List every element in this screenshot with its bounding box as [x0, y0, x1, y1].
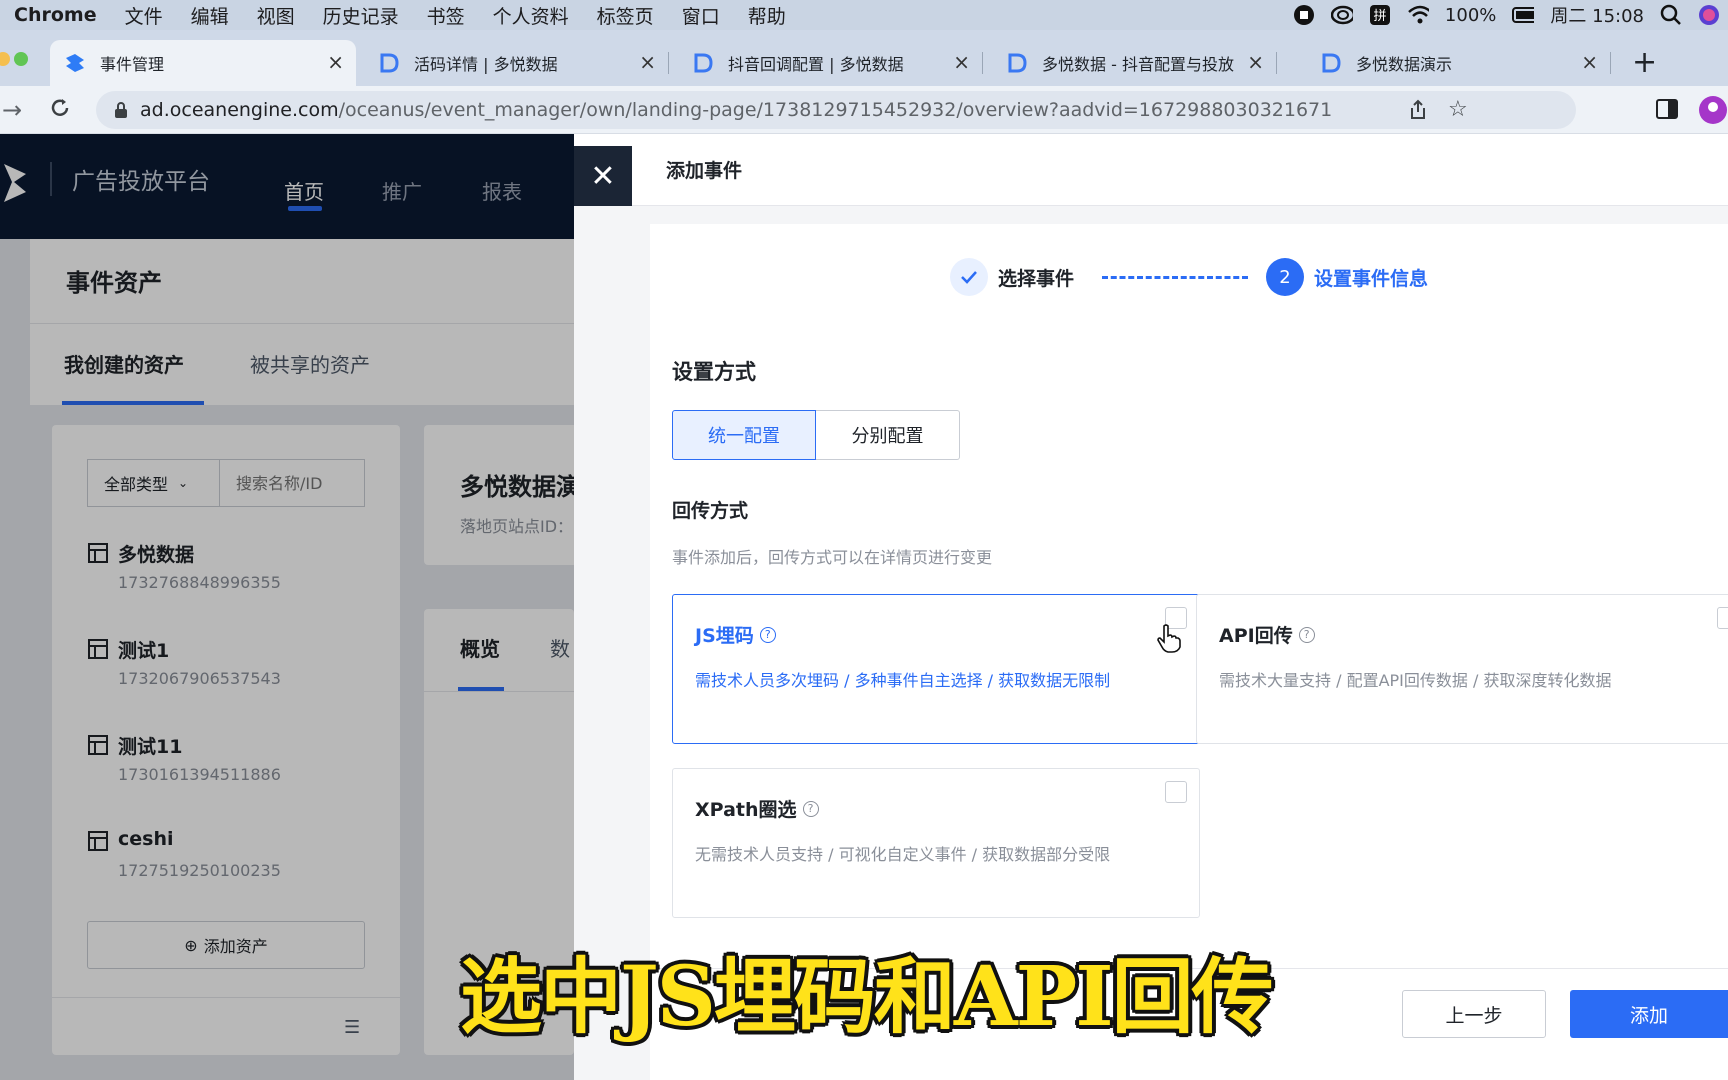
tab-title: 多悦数据 - 抖音配置与投放	[1042, 55, 1234, 74]
menu-file[interactable]: 文件	[125, 2, 163, 29]
method-desc: 无需技术人员支持 / 可视化自定义事件 / 获取数据部分受限	[695, 845, 1111, 864]
tab-strip: 事件管理 × 活码详情 | 多悦数据 × 抖音回调配置 | 多悦数据 × 多悦数…	[0, 30, 1728, 86]
step-done-check-icon	[950, 258, 988, 296]
menu-bookmarks[interactable]: 书签	[427, 2, 465, 29]
zoom-window-button[interactable]	[14, 52, 28, 66]
url-host: ad.oceanengine.com	[140, 99, 339, 121]
duoyue-favicon-icon	[1006, 52, 1028, 74]
spotlight-search-icon[interactable]	[1660, 4, 1682, 26]
menu-tabs[interactable]: 标签页	[597, 2, 654, 29]
menu-app-name[interactable]: Chrome	[14, 4, 97, 26]
tab-live-code-detail[interactable]: 活码详情 | 多悦数据 ×	[364, 40, 669, 86]
tab-title: 活码详情 | 多悦数据	[414, 55, 558, 74]
method-desc: 需技术大量支持 / 配置API回传数据 / 获取深度转化数据	[1219, 671, 1612, 690]
forward-arrow-icon[interactable]: →	[2, 96, 22, 124]
share-icon[interactable]	[1408, 99, 1428, 126]
help-question-icon[interactable]: ?	[759, 626, 776, 643]
callback-method-title: 回传方式	[672, 500, 749, 522]
record-icon[interactable]	[1293, 4, 1315, 26]
tab-douyin-callback[interactable]: 抖音回调配置 | 多悦数据 ×	[678, 40, 983, 86]
method-title: JS埋码	[695, 625, 754, 647]
step-connector	[1102, 276, 1248, 279]
menu-edit[interactable]: 编辑	[191, 2, 229, 29]
tab-close-icon[interactable]: ×	[327, 52, 344, 72]
drawer-title: 添加事件	[666, 160, 743, 182]
js-tracking-card[interactable]: JS埋码 ? 需技术人员多次埋码 / 多种事件自主选择 / 获取数据无限制	[672, 594, 1200, 744]
lock-icon[interactable]	[114, 101, 128, 124]
method-title: API回传	[1219, 625, 1293, 647]
help-question-icon[interactable]: ?	[1298, 626, 1315, 643]
oceanengine-favicon-icon	[64, 52, 86, 74]
svg-text:拼: 拼	[1373, 9, 1386, 24]
menu-window[interactable]: 窗口	[682, 2, 720, 29]
menu-profiles[interactable]: 个人资料	[493, 2, 569, 29]
address-bar[interactable]: ad.oceanengine.com/oceanus/event_manager…	[96, 91, 1576, 129]
tab-close-icon[interactable]: ×	[1581, 52, 1598, 72]
menu-help[interactable]: 帮助	[748, 2, 786, 29]
hand-pointer-cursor-icon	[1156, 624, 1182, 658]
tab-close-icon[interactable]: ×	[953, 52, 970, 72]
previous-step-button[interactable]: 上一步	[1402, 990, 1546, 1038]
video-caption: 选中JS埋码和API回传	[460, 949, 1274, 1045]
duoyue-favicon-icon	[1320, 52, 1342, 74]
step-2-number: 2	[1266, 258, 1304, 296]
menu-bar: Chrome 文件 编辑 视图 历史记录 书签 个人资料 标签页 窗口 帮助 拼…	[0, 0, 1728, 30]
drawer-close-icon[interactable]: ✕	[574, 146, 632, 206]
xpath-select-card[interactable]: XPath圈选 ? 无需技术人员支持 / 可视化自定义事件 / 获取数据部分受限	[672, 768, 1200, 918]
tab-duoyue-demo[interactable]: 多悦数据演示 ×	[1306, 40, 1611, 86]
tab-title: 抖音回调配置 | 多悦数据	[728, 55, 904, 74]
tab-title: 多悦数据演示	[1356, 55, 1453, 74]
tab-close-icon[interactable]: ×	[639, 52, 656, 72]
menu-history[interactable]: 历史记录	[323, 2, 399, 29]
separate-config-option[interactable]: 分别配置	[816, 410, 960, 460]
siri-icon[interactable]	[1698, 4, 1720, 26]
unified-config-option[interactable]: 统一配置	[672, 410, 816, 460]
drawer-header: 添加事件	[574, 134, 1728, 206]
help-question-icon[interactable]: ?	[802, 800, 819, 817]
tab-douyin-config[interactable]: 多悦数据 - 抖音配置与投放 ×	[992, 40, 1277, 86]
new-tab-plus-icon[interactable]: +	[1632, 48, 1657, 78]
duoyue-favicon-icon	[692, 52, 714, 74]
bookmark-star-icon[interactable]: ☆	[1448, 97, 1468, 122]
wifi-icon[interactable]	[1407, 4, 1429, 26]
reload-icon[interactable]	[48, 96, 72, 124]
method-title: XPath圈选	[695, 799, 797, 821]
add-event-button[interactable]: 添加	[1570, 990, 1728, 1038]
menu-view[interactable]: 视图	[257, 2, 295, 29]
tab-close-icon[interactable]: ×	[1247, 52, 1264, 72]
tab-title: 事件管理	[100, 55, 165, 74]
callback-method-hint: 事件添加后，回传方式可以在详情页进行变更	[672, 548, 993, 567]
step-2-label: 设置事件信息	[1314, 268, 1429, 290]
api-callback-card[interactable]: API回传 ? 需技术大量支持 / 配置API回传数据 / 获取深度转化数据	[1196, 594, 1728, 744]
clock[interactable]: 周二 15:08	[1550, 2, 1644, 28]
xpath-select-checkbox[interactable]	[1165, 781, 1187, 803]
input-method-icon[interactable]: 拼	[1369, 4, 1391, 26]
side-panel-icon[interactable]	[1656, 99, 1678, 123]
battery-icon[interactable]	[1512, 4, 1535, 26]
profile-avatar[interactable]	[1698, 95, 1728, 129]
api-callback-checkbox[interactable]	[1717, 607, 1728, 629]
creative-cloud-icon[interactable]	[1330, 4, 1353, 26]
duoyue-favicon-icon	[378, 52, 400, 74]
url-path: /oceanus/event_manager/own/landing-page/…	[338, 99, 1333, 121]
tab-event-manager[interactable]: 事件管理 ×	[50, 40, 356, 86]
minimize-window-button[interactable]	[0, 52, 10, 66]
method-desc: 需技术人员多次埋码 / 多种事件自主选择 / 获取数据无限制	[695, 671, 1111, 690]
setup-method-title: 设置方式	[672, 360, 756, 384]
battery-percent: 100%	[1444, 4, 1497, 26]
step-1-label: 选择事件	[998, 268, 1075, 290]
browser-toolbar: → ad.oceanengine.com/oceanus/event_manag…	[0, 86, 1728, 134]
